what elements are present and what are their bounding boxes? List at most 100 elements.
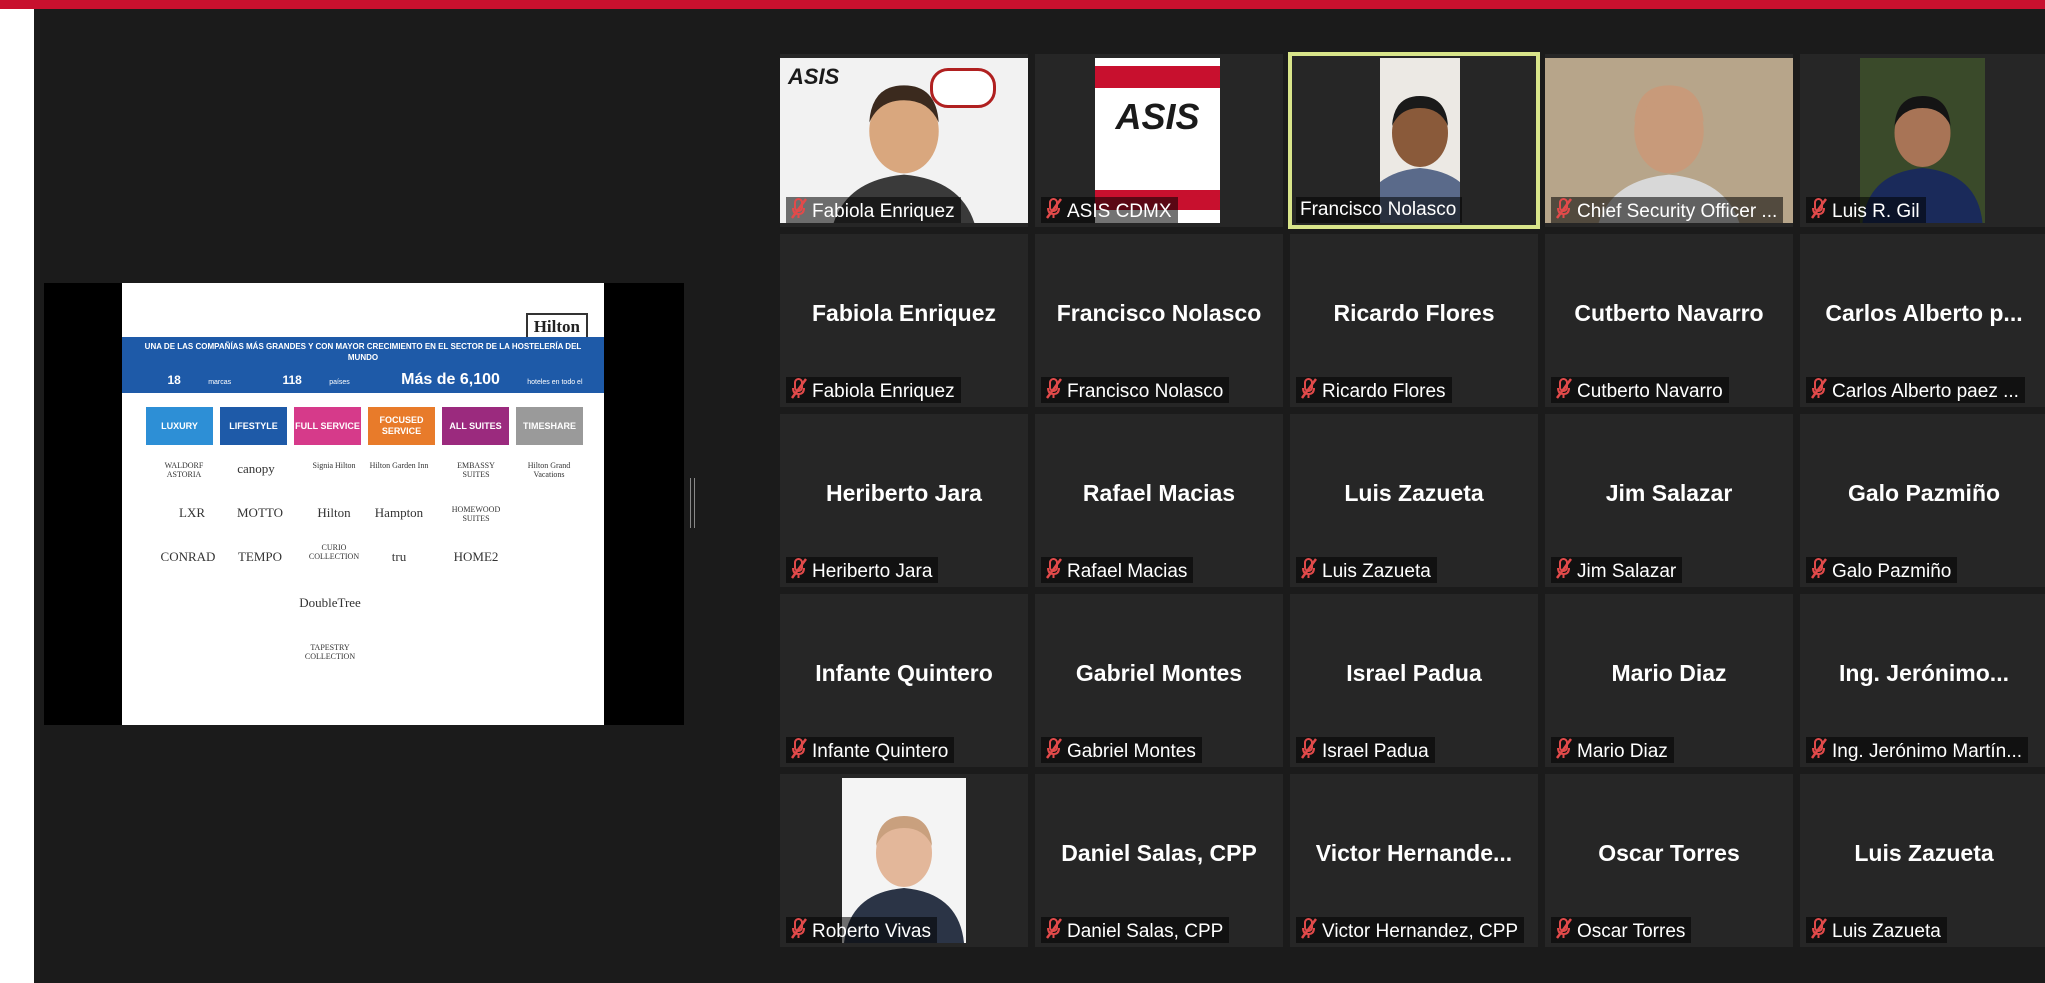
participant-tile[interactable]: Luis R. Gil bbox=[1800, 54, 2045, 227]
participant-tile[interactable]: Oscar Torres Oscar Torres bbox=[1545, 774, 1793, 947]
muted-mic-icon bbox=[1555, 557, 1573, 583]
category-full-service: FULL SERVICE bbox=[294, 407, 361, 445]
slide-stats: 18 marcas 118 países Más de 6,100 hotele… bbox=[122, 371, 604, 403]
muted-mic-icon bbox=[1810, 737, 1828, 763]
participant-name-label: Carlos Alberto paez ... bbox=[1806, 377, 2025, 403]
participant-display-name: Luis Zazueta bbox=[1344, 480, 1484, 506]
participant-tile[interactable]: Luis Zazueta Luis Zazueta bbox=[1800, 774, 2045, 947]
participant-tile[interactable]: Gabriel Montes Gabriel Montes bbox=[1035, 594, 1283, 767]
participant-name: ASIS CDMX bbox=[1067, 201, 1172, 223]
muted-mic-icon bbox=[1300, 737, 1318, 763]
muted-mic-icon bbox=[790, 377, 808, 403]
participant-name-label: Cutberto Navarro bbox=[1551, 377, 1729, 403]
participant-tile[interactable]: Carlos Alberto p... Carlos Alberto paez .… bbox=[1800, 234, 2045, 407]
brand-logo: Hampton bbox=[374, 505, 424, 520]
participant-name: Fabiola Enriquez bbox=[812, 201, 955, 223]
event-badge bbox=[930, 68, 996, 108]
participant-name: Infante Quintero bbox=[812, 741, 949, 763]
participant-name-label: Victor Hernandez, CPP bbox=[1296, 917, 1525, 943]
participant-name-label: Gabriel Montes bbox=[1041, 737, 1202, 763]
participant-name-label: ASIS CDMX bbox=[1041, 197, 1178, 223]
participant-tile[interactable]: Heriberto Jara Heriberto Jara bbox=[780, 414, 1028, 587]
participant-name-label: Daniel Salas, CPP bbox=[1041, 917, 1230, 943]
participant-name: Chief Security Officer ... bbox=[1577, 201, 1778, 223]
participant-tile[interactable]: Ing. Jerónimo... Ing. Jerónimo Martín... bbox=[1800, 594, 2045, 767]
participant-display-name: Israel Padua bbox=[1346, 660, 1482, 686]
brand-logo: DoubleTree bbox=[299, 595, 361, 610]
participant-tile[interactable]: Jim Salazar Jim Salazar bbox=[1545, 414, 1793, 587]
participant-name: Daniel Salas, CPP bbox=[1067, 921, 1224, 943]
participant-tile[interactable]: Galo Pazmiño Galo Pazmiño bbox=[1800, 414, 2045, 587]
category-timeshare: TIMESHARE bbox=[516, 407, 583, 445]
participant-tile[interactable]: Francisco Nolasco Francisco Nolasco bbox=[1035, 234, 1283, 407]
participant-display-name: Fabiola Enriquez bbox=[811, 300, 997, 326]
brand-logo: CURIO COLLECTION bbox=[308, 543, 360, 561]
participant-tile[interactable]: Fabiola Enriquez Fabiola Enriquez bbox=[780, 234, 1028, 407]
slide-banner: UNA DE LAS COMPAÑÍAS MÁS GRANDES Y CON M… bbox=[122, 337, 604, 402]
muted-mic-icon bbox=[790, 557, 808, 583]
participant-name: Roberto Vivas bbox=[812, 921, 931, 943]
participant-name-label: Heriberto Jara bbox=[786, 557, 939, 583]
participant-display-name: Infante Quintero bbox=[815, 660, 993, 686]
participant-tile[interactable]: Infante Quintero Infante Quintero bbox=[780, 594, 1028, 767]
participant-tile[interactable]: ASIS Fabiola Enriquez bbox=[780, 54, 1028, 227]
participant-tile[interactable]: Luis Zazueta Luis Zazueta bbox=[1290, 414, 1538, 587]
participant-tile[interactable]: Israel Padua Israel Padua bbox=[1290, 594, 1538, 767]
participant-display-name: Mario Diaz bbox=[1611, 660, 1727, 686]
brand-logo: WALDORF ASTORIA bbox=[164, 461, 204, 479]
participant-tile[interactable]: Daniel Salas, CPP Daniel Salas, CPP bbox=[1035, 774, 1283, 947]
brand-logo: Signia Hilton bbox=[312, 461, 356, 470]
participant-display-name: Carlos Alberto p... bbox=[1825, 300, 2023, 326]
participant-name-label: Oscar Torres bbox=[1551, 917, 1692, 943]
participant-name-label: Ing. Jerónimo Martín... bbox=[1806, 737, 2029, 763]
participant-name: Luis R. Gil bbox=[1832, 201, 1920, 223]
participant-name-label: Galo Pazmiño bbox=[1806, 557, 1958, 583]
participant-name: Luis Zazueta bbox=[1832, 921, 1941, 943]
participant-tile[interactable]: Rafael Macias Rafael Macias bbox=[1035, 414, 1283, 587]
participant-tile[interactable]: Cutberto Navarro Cutberto Navarro bbox=[1545, 234, 1793, 407]
participant-name: Ricardo Flores bbox=[1322, 381, 1446, 403]
left-edge bbox=[0, 9, 34, 983]
participant-tile[interactable]: Ricardo Flores Ricardo Flores bbox=[1290, 234, 1538, 407]
participant-tile[interactable]: Francisco Nolasco bbox=[1288, 52, 1540, 229]
participant-name-label: Rafael Macias bbox=[1041, 557, 1194, 583]
participant-gallery: ASIS Fabiola Enriquez ASIS ASIS CDMX Francis… bbox=[780, 52, 2045, 954]
stat-label: países bbox=[329, 379, 350, 386]
muted-mic-icon bbox=[1555, 377, 1573, 403]
participant-tile[interactable]: Mario Diaz Mario Diaz bbox=[1545, 594, 1793, 767]
participant-tile[interactable]: Chief Security Officer ... bbox=[1545, 54, 1793, 227]
participant-tile[interactable]: Roberto Vivas bbox=[780, 774, 1028, 947]
panel-resize-handle[interactable] bbox=[690, 478, 695, 528]
participant-name: Jim Salazar bbox=[1577, 561, 1677, 583]
muted-mic-icon bbox=[1810, 917, 1828, 943]
muted-mic-icon bbox=[1045, 737, 1063, 763]
muted-mic-icon bbox=[1300, 917, 1318, 943]
participant-display-name: Galo Pazmiño bbox=[1847, 480, 2001, 506]
participant-name: Francisco Nolasco bbox=[1067, 381, 1224, 403]
category-lifestyle: LIFESTYLE bbox=[220, 407, 287, 445]
muted-mic-icon bbox=[1300, 557, 1318, 583]
participant-tile[interactable]: Victor Hernande... Victor Hernandez, CPP bbox=[1290, 774, 1538, 947]
participant-name-label: Infante Quintero bbox=[786, 737, 955, 763]
brand-logo: HOMEWOOD SUITES bbox=[451, 505, 501, 523]
participant-name: Victor Hernandez, CPP bbox=[1322, 921, 1519, 943]
participant-display-name: Oscar Torres bbox=[1598, 840, 1740, 866]
participant-name-label: Chief Security Officer ... bbox=[1551, 197, 1784, 223]
participant-tile[interactable]: ASIS ASIS CDMX bbox=[1035, 54, 1283, 227]
participant-display-name: Jim Salazar bbox=[1605, 480, 1733, 506]
participant-name-label: Fabiola Enriquez bbox=[786, 197, 961, 223]
participant-name: Galo Pazmiño bbox=[1832, 561, 1952, 583]
brand-logo: LXR bbox=[179, 505, 205, 520]
brand-logo: HOME2 bbox=[453, 549, 499, 564]
category-focused-service: FOCUSED SERVICE bbox=[368, 407, 435, 445]
participant-display-name: Francisco Nolasco bbox=[1056, 300, 1262, 326]
stat-label: marcas bbox=[208, 379, 232, 386]
participant-name-label: Luis R. Gil bbox=[1806, 197, 1926, 223]
brand-logo: Hilton Garden Inn bbox=[369, 461, 429, 470]
participant-display-name: Daniel Salas, CPP bbox=[1061, 840, 1257, 866]
asis-logo: ASIS bbox=[788, 64, 840, 89]
brand-logo: EMBASSY SUITES bbox=[457, 461, 495, 479]
participant-name: Luis Zazueta bbox=[1322, 561, 1431, 583]
muted-mic-icon bbox=[1810, 557, 1828, 583]
stat-value: Más de 6,100 bbox=[401, 371, 500, 388]
